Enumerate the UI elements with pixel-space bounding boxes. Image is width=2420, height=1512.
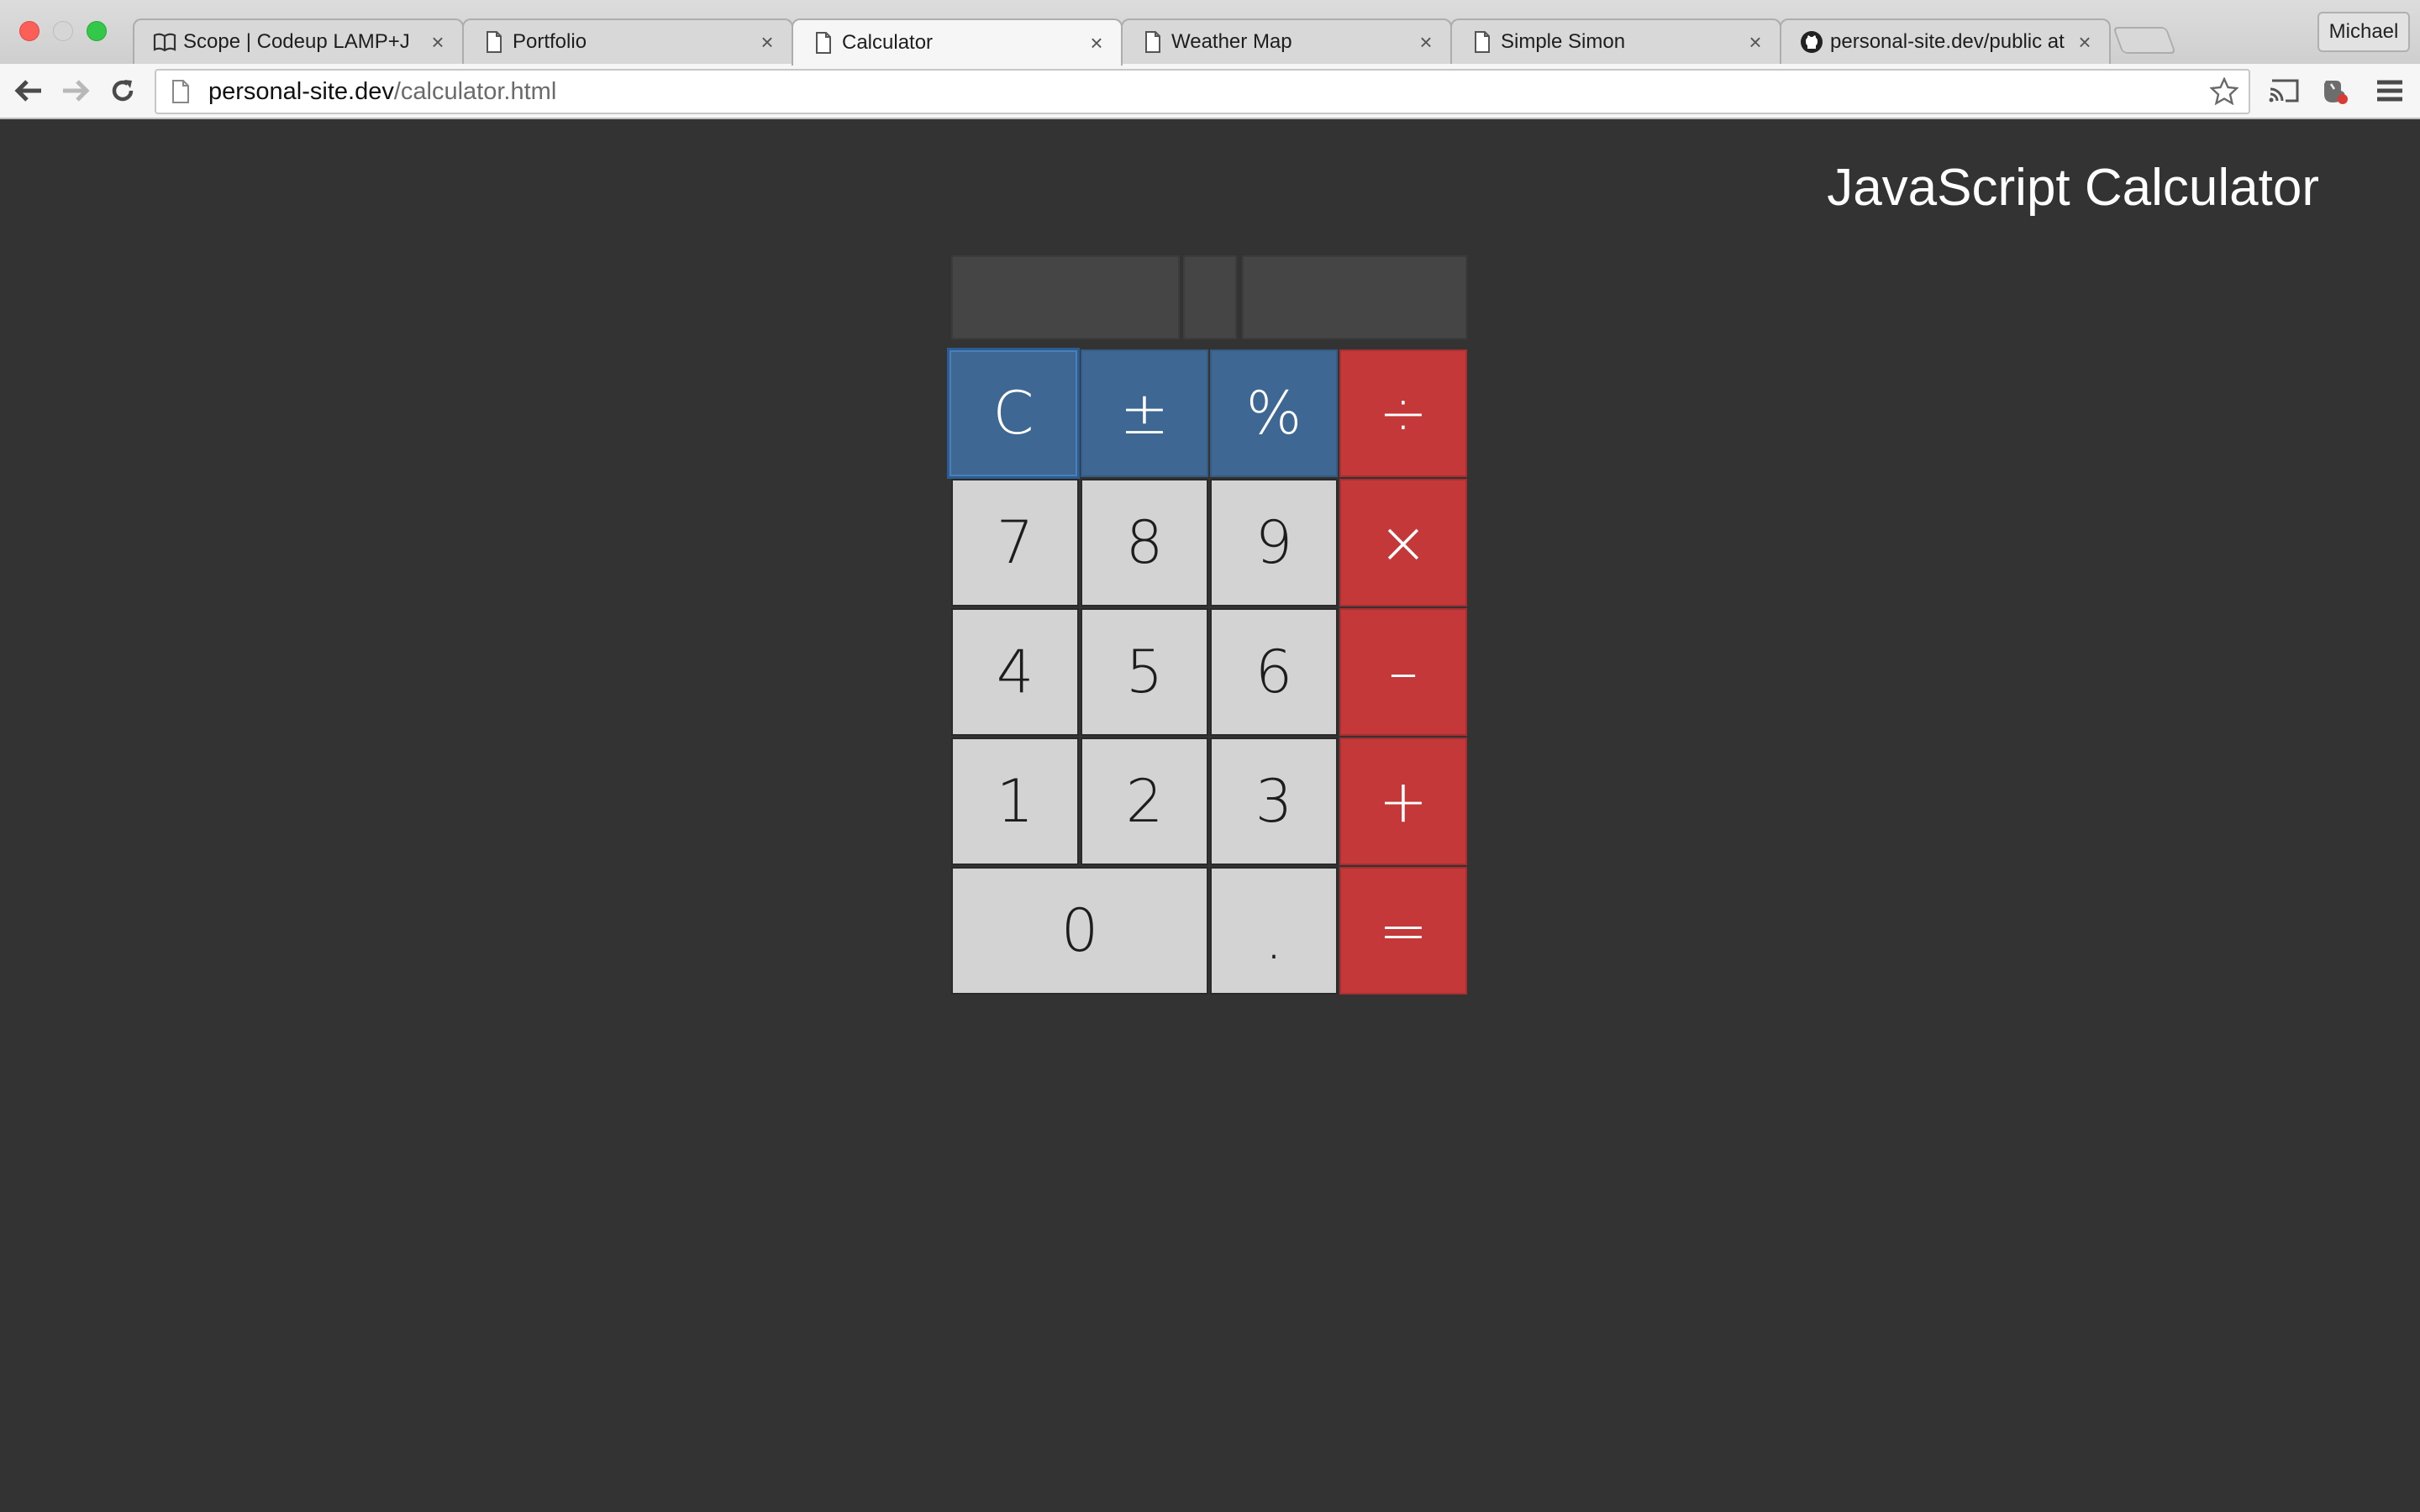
new-tab-button[interactable] bbox=[2112, 27, 2176, 54]
digit-0-button[interactable]: 0 bbox=[951, 867, 1208, 995]
reload-icon[interactable] bbox=[106, 74, 139, 108]
extension-icon[interactable] bbox=[2316, 74, 2353, 108]
digit-2-button[interactable]: 2 bbox=[1081, 738, 1208, 865]
url-host: personal-site.dev bbox=[208, 77, 394, 105]
equals-button[interactable]: = bbox=[1339, 867, 1467, 995]
display-left-operand bbox=[951, 255, 1180, 339]
tab-close-icon[interactable]: × bbox=[427, 29, 449, 55]
browser-titlebar: Scope | Codeup LAMP+J × Portfolio × Calc… bbox=[0, 0, 2420, 66]
decimal-button[interactable]: . bbox=[1210, 867, 1338, 995]
address-bar[interactable]: personal-site.dev/calculator.html bbox=[155, 69, 2250, 114]
percent-button[interactable]: % bbox=[1210, 349, 1338, 477]
digit-8-button[interactable]: 8 bbox=[1081, 479, 1208, 606]
page-title: JavaScript Calculator bbox=[1827, 159, 2319, 217]
digit-6-button[interactable]: 6 bbox=[1210, 608, 1338, 736]
tab-scope[interactable]: Scope | Codeup LAMP+J × bbox=[133, 18, 464, 64]
divide-button[interactable]: ÷ bbox=[1339, 349, 1467, 477]
tab-title: Portfolio bbox=[513, 30, 587, 53]
profile-button[interactable]: Michael bbox=[2317, 12, 2410, 52]
page-icon bbox=[1141, 30, 1165, 54]
url-text: personal-site.dev/calculator.html bbox=[208, 78, 556, 106]
tab-title: Scope | Codeup LAMP+J bbox=[183, 30, 410, 53]
display-right-operand bbox=[1242, 255, 1467, 339]
digit-3-button[interactable]: 3 bbox=[1210, 738, 1338, 865]
tab-title: Calculator bbox=[842, 31, 934, 54]
clear-button[interactable]: C bbox=[947, 348, 1080, 479]
window-maximize-button[interactable] bbox=[87, 21, 107, 41]
github-icon bbox=[1800, 30, 1823, 54]
tab-title: personal-site.dev/public at bbox=[1830, 30, 2065, 53]
tab-close-icon[interactable]: × bbox=[1086, 30, 1107, 56]
page-icon bbox=[1470, 30, 1494, 54]
page-icon bbox=[482, 30, 506, 54]
tab-simple-simon[interactable]: Simple Simon × bbox=[1450, 18, 1781, 64]
menu-hamburger-icon[interactable] bbox=[2371, 74, 2408, 108]
tab-close-icon[interactable]: × bbox=[1744, 29, 1766, 55]
browser-toolbar: personal-site.dev/calculator.html bbox=[0, 64, 2420, 119]
window-close-button[interactable] bbox=[19, 21, 39, 41]
url-path: /calculator.html bbox=[393, 77, 557, 105]
multiply-button[interactable]: × bbox=[1339, 479, 1467, 606]
digit-7-button[interactable]: 7 bbox=[951, 479, 1079, 606]
tab-close-icon[interactable]: × bbox=[756, 29, 778, 55]
plus-minus-button[interactable]: ± bbox=[1081, 349, 1208, 477]
tab-github[interactable]: personal-site.dev/public at × bbox=[1780, 18, 2111, 64]
digit-1-button[interactable]: 1 bbox=[951, 738, 1079, 865]
cast-icon[interactable] bbox=[2265, 74, 2302, 108]
back-arrow-icon[interactable] bbox=[12, 74, 45, 108]
bookmark-star-icon[interactable] bbox=[2209, 76, 2239, 106]
display-operator bbox=[1183, 255, 1237, 339]
digit-5-button[interactable]: 5 bbox=[1081, 608, 1208, 736]
book-icon bbox=[153, 30, 176, 54]
window-minimize-button[interactable] bbox=[53, 21, 73, 41]
page-icon bbox=[812, 31, 835, 55]
tab-close-icon[interactable]: × bbox=[1415, 29, 1437, 55]
tab-close-icon[interactable]: × bbox=[2074, 29, 2096, 55]
tab-title: Simple Simon bbox=[1501, 30, 1626, 53]
tab-title: Weather Map bbox=[1171, 30, 1292, 53]
forward-arrow-icon[interactable] bbox=[59, 74, 92, 108]
tab-portfolio[interactable]: Portfolio × bbox=[462, 18, 793, 64]
tab-weather-map[interactable]: Weather Map × bbox=[1121, 18, 1452, 64]
tab-calculator[interactable]: Calculator × bbox=[792, 18, 1123, 66]
add-button[interactable]: + bbox=[1339, 738, 1467, 865]
digit-9-button[interactable]: 9 bbox=[1210, 479, 1338, 606]
digit-4-button[interactable]: 4 bbox=[951, 608, 1079, 736]
page-icon bbox=[168, 77, 193, 106]
subtract-button[interactable]: – bbox=[1339, 608, 1467, 736]
